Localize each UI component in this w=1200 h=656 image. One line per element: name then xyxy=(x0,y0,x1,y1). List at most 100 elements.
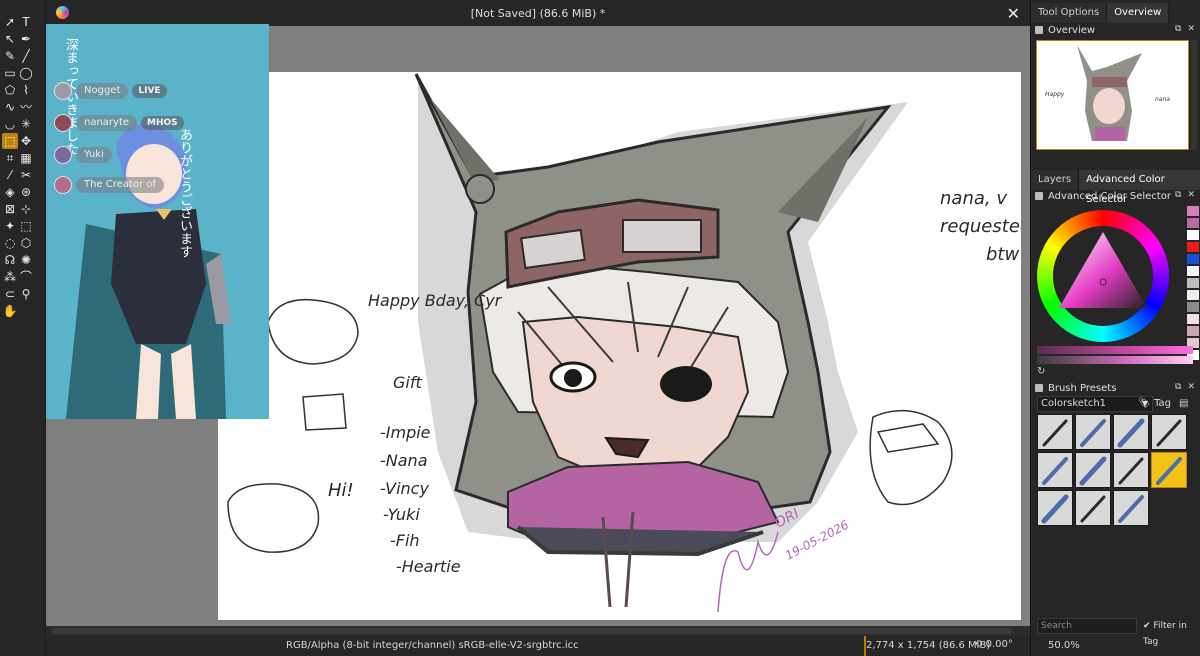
horizontal-scrollbar[interactable] xyxy=(46,626,1030,636)
tag-label: Tag xyxy=(1154,398,1171,409)
status-bar: RGB/Alpha (8-bit integer/channel) sRGB-e… xyxy=(46,636,1030,656)
tab-layers[interactable]: Layers xyxy=(1031,170,1080,190)
overview-scrollbar[interactable] xyxy=(1191,40,1197,150)
transform-tool-icon[interactable]: ⬚ xyxy=(2,133,18,149)
brush-preset[interactable] xyxy=(1075,452,1111,488)
panel-buttons: ⧉ ✕ xyxy=(1175,190,1195,200)
brush-preset[interactable] xyxy=(1037,452,1073,488)
text-tool-icon[interactable]: T xyxy=(18,14,34,30)
dynamic-brush-tool-icon[interactable]: ◡ xyxy=(2,116,18,132)
color-swatch[interactable] xyxy=(1187,326,1199,336)
multibrush-tool-icon[interactable]: ✳ xyxy=(18,116,34,132)
close-panel-icon[interactable]: ✕ xyxy=(1187,190,1195,200)
polygon-select-tool-icon[interactable]: ⬡ xyxy=(18,235,34,251)
chat-username: Yuki xyxy=(76,147,112,163)
saturation-triangle[interactable] xyxy=(1037,210,1169,342)
color-wheel[interactable] xyxy=(1037,210,1169,342)
svg-text:nana: nana xyxy=(1155,96,1170,103)
filter-in-tag-checkbox[interactable]: ✔ Filter in Tag xyxy=(1143,618,1200,647)
color-swatch[interactable] xyxy=(1187,206,1199,216)
color-slider-1[interactable] xyxy=(1037,346,1193,354)
freehand-select-tool-icon[interactable]: ☊ xyxy=(2,252,18,268)
bezier-tool-icon[interactable]: ∿ xyxy=(2,99,18,115)
brush-preset[interactable] xyxy=(1151,414,1187,450)
reference-tool-icon[interactable]: ✦ xyxy=(2,218,18,234)
contiguous-select-tool-icon[interactable]: ✺ xyxy=(18,252,34,268)
similar-select-tool-icon[interactable]: ⁂ xyxy=(2,269,18,285)
scrollbar-thumb[interactable] xyxy=(52,628,1012,634)
measure-tool-icon[interactable]: ⊹ xyxy=(18,201,34,217)
avatar xyxy=(54,82,72,100)
fill-tool-icon[interactable]: ◈ xyxy=(2,184,18,200)
rect-select-tool-icon[interactable]: ⬚ xyxy=(18,218,34,234)
preset-search-input[interactable]: Search xyxy=(1037,618,1137,634)
freehand-brush-tool-icon[interactable]: ✎ xyxy=(2,48,18,64)
brush-preset[interactable] xyxy=(1151,452,1187,488)
assistant-tool-icon[interactable]: ⊠ xyxy=(2,201,18,217)
move-tool-icon[interactable]: ✥ xyxy=(18,133,34,149)
polygon-tool-icon[interactable]: ⬠ xyxy=(2,82,18,98)
calligraphy-tool-icon[interactable]: ✒ xyxy=(18,31,34,47)
edit-shapes-tool-icon[interactable]: ↖ xyxy=(2,31,18,47)
rotation-readout[interactable]: ⟲ 0.00° xyxy=(974,639,1013,650)
brush-preset[interactable] xyxy=(1037,414,1073,450)
brush-preset[interactable] xyxy=(1037,490,1073,526)
brush-preset[interactable] xyxy=(1113,490,1149,526)
zoom-tool-icon[interactable]: ⚲ xyxy=(18,286,34,302)
brush-preset[interactable] xyxy=(1075,490,1111,526)
color-slider-2[interactable] xyxy=(1037,356,1193,364)
enclose-fill-tool-icon[interactable]: ⊛ xyxy=(18,184,34,200)
crop-tool-icon[interactable]: ⌗ xyxy=(2,150,18,166)
close-document-button[interactable]: ✕ xyxy=(1007,4,1020,23)
freehand-path-tool-icon[interactable]: 〰 xyxy=(18,99,34,115)
bezier-select-tool-icon[interactable]: ⌒ xyxy=(18,269,34,285)
color-picker-tool-icon[interactable]: ⁄ xyxy=(2,167,18,183)
color-swatch[interactable] xyxy=(1187,290,1199,300)
rectangle-tool-icon[interactable]: ▭ xyxy=(2,65,18,81)
float-panel-icon[interactable]: ⧉ xyxy=(1175,382,1181,392)
brush-preset[interactable] xyxy=(1113,452,1149,488)
refresh-icon[interactable]: ↻ xyxy=(1037,366,1045,377)
select-shapes-tool-icon[interactable]: ➚ xyxy=(2,14,18,30)
color-swatch[interactable] xyxy=(1187,218,1199,228)
gift-note: Gift xyxy=(393,373,422,392)
check-icon: ✔ xyxy=(1143,621,1151,631)
color-swatch[interactable] xyxy=(1187,302,1199,312)
float-panel-icon[interactable]: ⧉ xyxy=(1175,24,1181,34)
color-swatch[interactable] xyxy=(1187,278,1199,288)
color-swatch[interactable] xyxy=(1187,254,1199,264)
close-panel-icon[interactable]: ✕ xyxy=(1187,24,1195,34)
overview-thumbnail[interactable]: Happy nana xyxy=(1036,40,1189,150)
tab-advanced-color-selector[interactable]: Advanced Color Selector xyxy=(1079,170,1200,205)
tag-button[interactable]: 🏷 Tag xyxy=(1131,396,1171,412)
top-tabs: Tool Options Overview xyxy=(1031,3,1200,23)
float-panel-icon[interactable]: ⧉ xyxy=(1175,190,1181,200)
zoom-level[interactable]: 50.0% xyxy=(1048,640,1080,651)
color-swatch[interactable] xyxy=(1187,314,1199,324)
smart-patch-tool-icon[interactable]: ✂ xyxy=(18,167,34,183)
ellipse-select-tool-icon[interactable]: ◌ xyxy=(2,235,18,251)
close-panel-icon[interactable]: ✕ xyxy=(1187,382,1195,392)
magnetic-select-tool-icon[interactable]: ⊂ xyxy=(2,286,18,302)
ellipse-tool-icon[interactable]: ◯ xyxy=(18,65,34,81)
panel-buttons: ⧉ ✕ xyxy=(1175,24,1195,34)
color-swatch[interactable] xyxy=(1187,266,1199,276)
chat-row-3: Yuki xyxy=(54,146,112,164)
panel-buttons: ⧉ ✕ xyxy=(1175,382,1195,392)
tab-tool-options[interactable]: Tool Options xyxy=(1031,3,1108,23)
tab-overview[interactable]: Overview xyxy=(1107,3,1170,23)
grid-view-icon[interactable]: ▤ xyxy=(1179,398,1188,409)
brush-preset[interactable] xyxy=(1113,414,1149,450)
line-tool-icon[interactable]: ╱ xyxy=(18,48,34,64)
brush-preset[interactable] xyxy=(1075,414,1111,450)
krita-window: ➚ T ↖ ✒ ✎ ╱ ▭ ◯ ⬠ ⌇ ∿ 〰 ◡ ✳ ⬚ ✥ ⌗ ▦ ⁄ ✂ ◈ ⊛ ⊠ ⊹ ✦ ⬚ ◌ ⬡ ☊ ✺ ⁂ ⌒ ⊂ ⚲ ✋ [Not… xyxy=(0,0,1200,656)
drawing-canvas[interactable]: Happy Bday, Cyr Gift Hi! -Impie -Nana -V… xyxy=(218,72,1021,620)
gradient-tool-icon[interactable]: ▦ xyxy=(18,150,34,166)
toolbox: ➚ T ↖ ✒ ✎ ╱ ▭ ◯ ⬠ ⌇ ∿ 〰 ◡ ✳ ⬚ ✥ ⌗ ▦ ⁄ ✂ ◈ ⊛ ⊠ ⊹ ✦ ⬚ ◌ ⬡ ☊ ✺ ⁂ ⌒ ⊂ ⚲ ✋ xyxy=(0,0,46,656)
panel-pin-icon xyxy=(1035,192,1043,200)
color-swatch[interactable] xyxy=(1187,230,1199,240)
svg-text:Happy: Happy xyxy=(1045,91,1065,98)
pan-tool-icon[interactable]: ✋ xyxy=(2,303,18,319)
color-swatch[interactable] xyxy=(1187,242,1199,252)
polyline-tool-icon[interactable]: ⌇ xyxy=(18,82,34,98)
